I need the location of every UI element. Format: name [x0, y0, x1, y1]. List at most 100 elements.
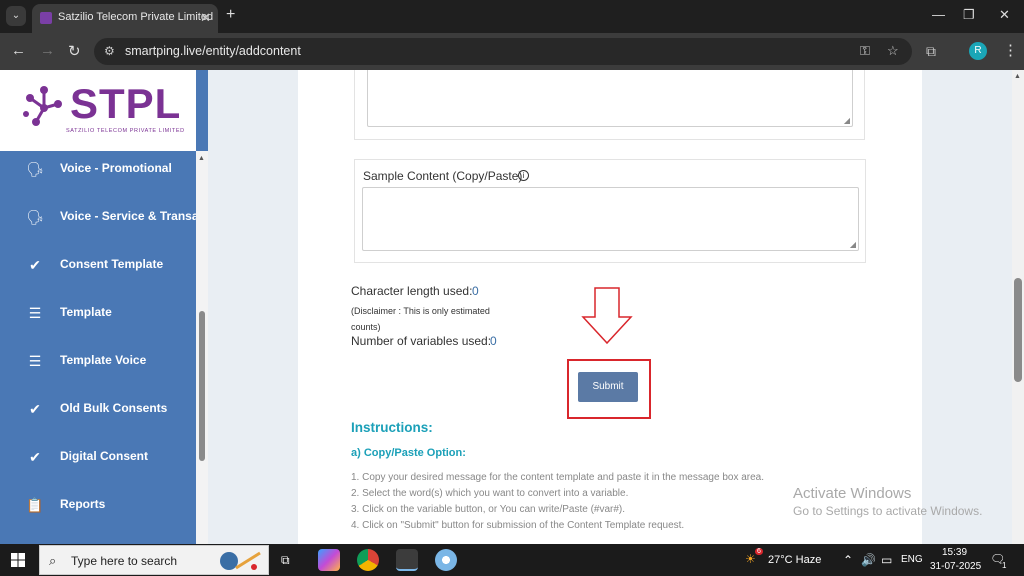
profile-avatar[interactable]: R [969, 42, 987, 60]
taskbar-search-placeholder: Type here to search [71, 554, 178, 568]
logo-text: STPL [70, 80, 182, 127]
content-panel: ◢ [354, 70, 865, 140]
instruction-line: 3. Click on the variable button, or You … [351, 504, 626, 515]
clipboard-icon: 📋 [26, 497, 44, 513]
scroll-up-icon[interactable]: ▲ [198, 155, 205, 162]
arrow-down-icon [581, 287, 633, 345]
favicon-icon [40, 12, 52, 24]
chrome-profile-icon[interactable] [396, 549, 418, 571]
submit-button[interactable]: Submit [578, 372, 638, 402]
list-icon: ☰ [28, 353, 42, 369]
address-bar[interactable]: ⚙ smartping.live/entity/addcontent ⚿ ☆ [94, 38, 912, 65]
page-viewport: STPL SATZILIO TELECOM PRIVATE LIMITED 🗣 … [0, 70, 1024, 544]
message-textarea[interactable]: ◢ [367, 70, 853, 127]
minimize-icon[interactable]: — [932, 7, 945, 22]
password-key-icon[interactable]: ⚿ [860, 43, 870, 59]
check-circle-icon: ✔ [29, 257, 41, 273]
resize-handle-icon[interactable]: ◢ [844, 116, 850, 125]
sidebar-item-digital-consent[interactable]: ✔ Digital Consent [0, 434, 196, 482]
sidebar-item-consent-template[interactable]: ✔ Consent Template [0, 242, 196, 290]
sidebar-item-label: Consent Template [60, 257, 164, 271]
restore-icon[interactable]: ❐ [963, 7, 975, 23]
forward-icon[interactable]: → [40, 42, 55, 59]
info-icon[interactable]: i [518, 170, 529, 181]
notification-count: 1 [1002, 561, 1007, 570]
search-highlight-icon [220, 551, 261, 570]
sidebar-item-label: Digital Consent [60, 449, 149, 463]
weather-text[interactable]: 27°C Haze [768, 554, 821, 566]
browser-tab[interactable]: Satzilio Telecom Private Limited ✕ [32, 4, 218, 33]
tab-title: Satzilio Telecom Private Limited [58, 11, 214, 23]
sidebar-item-old-bulk-consents[interactable]: ✔ Old Bulk Consents [0, 386, 196, 434]
site-info-icon[interactable]: ⚙ [104, 44, 115, 58]
search-icon: ⌕ [49, 553, 57, 568]
weather-badge: 6 [755, 548, 763, 555]
windows-taskbar: ⌕ Type here to search ⧉ ☀ 6 27°C Haze ⌃ … [0, 544, 1024, 576]
instructions-subtitle: a) Copy/Paste Option: [351, 447, 466, 459]
char-length-label: Character length used: [351, 284, 473, 298]
back-icon[interactable]: ← [11, 42, 26, 59]
sidebar-item-label: Voice - Service & Transactional [60, 209, 196, 223]
sample-content-panel: Sample Content (Copy/Paste) i ◢ [354, 159, 866, 263]
sidebar-item-voice-promotional[interactable]: 🗣 Voice - Promotional [0, 146, 196, 194]
sample-content-textarea[interactable]: ◢ [362, 187, 859, 251]
task-view-icon[interactable]: ⧉ [281, 553, 290, 568]
instruction-line: 2. Select the word(s) which you want to … [351, 488, 629, 499]
clock-date[interactable]: 31-07-2025 [930, 561, 981, 572]
resize-handle-icon[interactable]: ◢ [850, 240, 856, 249]
list-icon: ☰ [28, 305, 42, 321]
check-circle-icon: ✔ [29, 449, 41, 465]
sidebar-item-reports[interactable]: 📋 Reports [0, 482, 196, 530]
browser-tab-bar: ⌄ Satzilio Telecom Private Limited ✕ + —… [0, 0, 1024, 33]
main-content: ◢ Sample Content (Copy/Paste) i ◢ Charac… [298, 70, 922, 544]
close-window-icon[interactable]: ✕ [999, 7, 1010, 23]
page-scrollbar[interactable]: ▲ [1012, 70, 1024, 544]
activate-windows-watermark: Activate Windows [793, 485, 912, 502]
sidebar-item-template-voice[interactable]: ☰ Template Voice [0, 338, 196, 386]
char-length-value: 0 [472, 284, 479, 298]
reload-icon[interactable]: ↻ [68, 42, 81, 60]
logo-subtitle: SATZILIO TELECOM PRIVATE LIMITED [66, 128, 185, 134]
volume-icon[interactable]: 🔊 [861, 553, 876, 567]
language-indicator[interactable]: ENG [901, 554, 923, 565]
sidebar-item-label: Voice - Promotional [60, 161, 172, 175]
clock-time[interactable]: 15:39 [942, 547, 967, 558]
copilot-icon[interactable] [318, 549, 340, 571]
browser-toolbar: ← → ↻ ⚙ smartping.live/entity/addcontent… [0, 33, 1024, 70]
sample-content-label: Sample Content (Copy/Paste) [363, 169, 523, 183]
variables-value: 0 [490, 334, 497, 348]
sidebar-scrollbar[interactable]: ▲ [196, 151, 208, 544]
windows-start-icon[interactable] [11, 553, 25, 567]
sidebar-item-voice-service[interactable]: 🗣 Voice - Service & Transactional [0, 194, 196, 242]
sidebar-item-template[interactable]: ☰ Template [0, 290, 196, 338]
voice-icon: 🗣 [26, 161, 44, 177]
network-icon[interactable]: ▭ [881, 553, 892, 567]
taskbar-search-box[interactable]: ⌕ Type here to search [39, 545, 269, 575]
disclaimer-text: (Disclaimer : This is only estimated cou… [351, 306, 490, 332]
weather-icon[interactable]: ☀ [745, 552, 756, 566]
sidebar-item-label: Old Bulk Consents [60, 401, 168, 415]
tab-search-button[interactable]: ⌄ [6, 6, 26, 26]
sidebar-scroll-thumb[interactable] [199, 311, 205, 461]
new-tab-button[interactable]: + [226, 6, 235, 24]
sidebar-item-label: Template [60, 305, 112, 319]
browser-menu-icon[interactable]: ⋮ [1003, 41, 1018, 59]
activate-windows-hint: Go to Settings to activate Windows. [793, 504, 983, 518]
page-scroll-thumb[interactable] [1014, 278, 1022, 382]
sidebar-item-label: Reports [60, 497, 106, 511]
bookmark-star-icon[interactable]: ☆ [887, 43, 899, 59]
instruction-line: 4. Click on "Submit" button for submissi… [351, 520, 685, 531]
scroll-up-icon[interactable]: ▲ [1014, 73, 1021, 80]
url-text: smartping.live/entity/addcontent [125, 44, 301, 58]
extensions-icon[interactable]: ⧉ [926, 43, 936, 60]
paint-icon[interactable] [435, 549, 457, 571]
instruction-line: 1. Copy your desired message for the con… [351, 472, 765, 483]
sidebar: STPL SATZILIO TELECOM PRIVATE LIMITED 🗣 … [0, 70, 208, 544]
logo-network-icon [23, 86, 62, 126]
sidebar-item-label: Template Voice [60, 353, 147, 367]
chrome-icon[interactable] [357, 549, 379, 571]
chevron-up-icon[interactable]: ⌃ [843, 553, 853, 567]
logo[interactable]: STPL SATZILIO TELECOM PRIVATE LIMITED [0, 70, 196, 151]
voice-icon: 🗣 [26, 209, 44, 225]
tab-close-icon[interactable]: ✕ [200, 10, 211, 26]
